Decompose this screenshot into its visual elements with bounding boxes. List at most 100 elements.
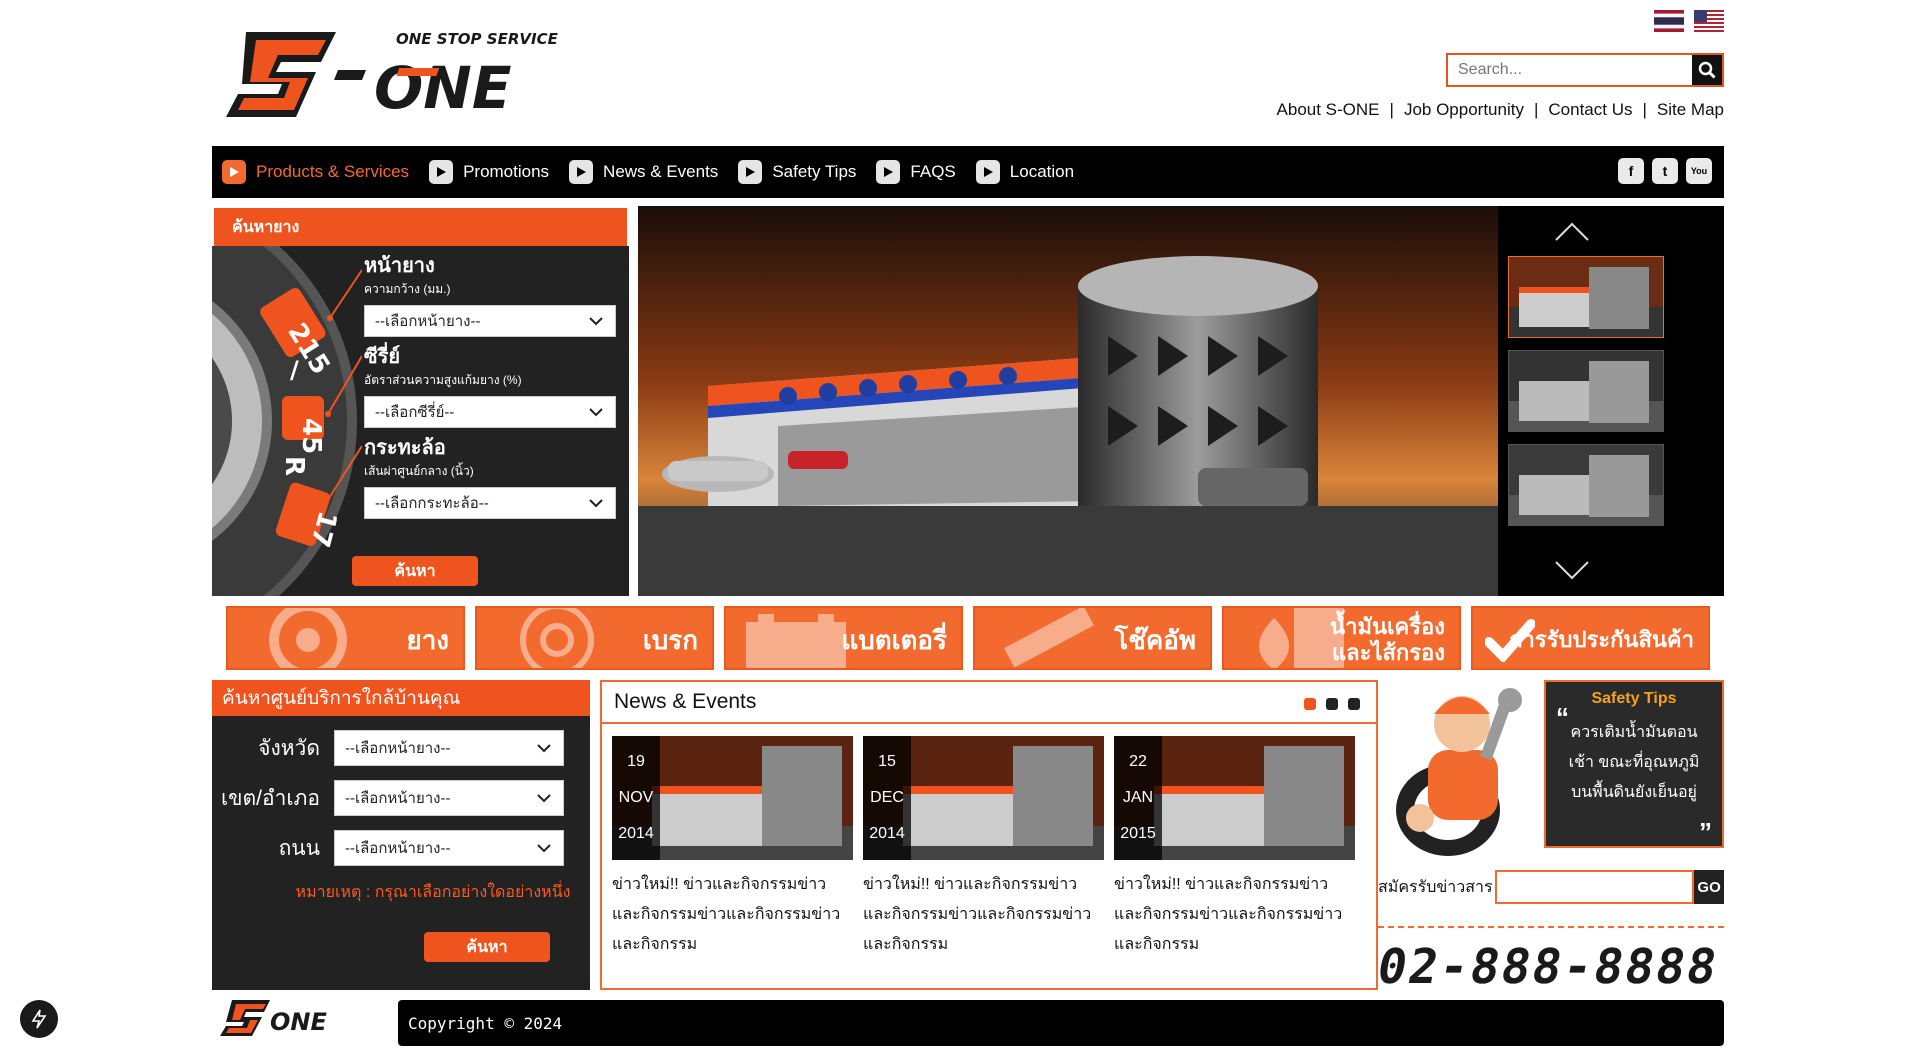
- news-cards: 19 NOV 2014 ข่าวใหม่!! ข่าวและกิจกรรมข่าว …: [612, 736, 1355, 960]
- tire-width-select[interactable]: --เลือกหน้ายาง--: [364, 305, 616, 337]
- service-search-title: ค้นหาศูนย์บริการใกล้บ้านคุณ: [212, 680, 590, 716]
- battery-icon: [746, 614, 846, 668]
- news-events-panel: News & Events 19 NOV 2014 ข่าวใหม่!! ข่าวแ…: [600, 680, 1378, 990]
- pager-dot[interactable]: [1304, 698, 1316, 710]
- facebook-icon[interactable]: f: [1618, 158, 1644, 184]
- hotline-number: 02-888-8888: [1373, 939, 1723, 995]
- tire-ratio-label: 45: [296, 418, 326, 454]
- search-input[interactable]: [1448, 55, 1692, 85]
- search-button[interactable]: [1692, 55, 1722, 85]
- category-shock-absorber[interactable]: โช๊คอัพ: [973, 606, 1212, 670]
- news-text: ข่าวใหม่!! ข่าวและกิจกรรมข่าว และกิจกรรม…: [612, 876, 841, 953]
- tire-search-title: ค้นหายาง: [212, 206, 629, 246]
- chevron-down-icon: [537, 793, 551, 802]
- s-one-logo[interactable]: ONE STOP SERVICE ONE: [226, 22, 586, 126]
- site-search: [1446, 53, 1724, 87]
- newsletter-subscribe: สมัครรับข่าวสาร GO: [1378, 870, 1724, 904]
- subscribe-go-button[interactable]: GO: [1694, 870, 1724, 904]
- tire-rim-select[interactable]: --เลือกกระทะล้อ--: [364, 487, 616, 519]
- news-date: 22 JAN 2015: [1114, 736, 1162, 860]
- main-nav: Products & Services Promotions News & Ev…: [212, 146, 1724, 198]
- service-search-note: หมายเหตุ : กรุณาเลือกอย่างใดอย่างหนึ่ง: [295, 884, 571, 901]
- dashed-divider: [1378, 926, 1724, 928]
- chevron-down-icon[interactable]: [1552, 558, 1592, 582]
- subscribe-email-input[interactable]: [1495, 870, 1695, 904]
- category-brake[interactable]: เบรก: [475, 606, 714, 670]
- hero-thumbnail[interactable]: [1508, 444, 1664, 526]
- hero-thumbnail[interactable]: [1508, 350, 1664, 432]
- tire-fields: หน้ายาง ความกว้าง (มม.) --เลือกหน้ายาง--…: [364, 254, 624, 527]
- language-switcher: [1654, 10, 1724, 32]
- news-card[interactable]: 22 JAN 2015 ข่าวใหม่!! ข่าวและกิจกรรมข่าว …: [1114, 736, 1355, 960]
- road-row: ถนน --เลือกหน้ายาง--: [212, 830, 590, 866]
- footer-logo[interactable]: ONE: [218, 996, 338, 1040]
- nav-item-products[interactable]: Products & Services: [222, 160, 409, 184]
- pager-dot[interactable]: [1348, 698, 1360, 710]
- search-icon: [1698, 61, 1716, 79]
- news-date: 19 NOV 2014: [612, 736, 660, 860]
- hero-thumbnail[interactable]: [1508, 256, 1664, 338]
- news-image: 15 DEC 2014: [863, 736, 1104, 860]
- tire-r-label: R: [279, 456, 309, 476]
- nav-item-promotions[interactable]: Promotions: [429, 160, 549, 184]
- play-icon: [975, 160, 1000, 184]
- site-wrapper: ONE STOP SERVICE ONE About S-ONE| Job Op…: [212, 0, 1724, 1048]
- tire-series-title: ซีรี่ย์: [364, 346, 401, 368]
- shock-absorber-icon: [1004, 608, 1094, 668]
- about-link[interactable]: About S-ONE: [1267, 100, 1390, 120]
- svg-text:/: /: [290, 356, 299, 384]
- tire-rim-title: กระทะล้อ: [364, 437, 446, 459]
- sitemap-link[interactable]: Site Map: [1647, 100, 1724, 120]
- mascot-mechanic-illustration: [1396, 688, 1522, 856]
- youtube-icon[interactable]: You: [1686, 158, 1712, 184]
- tire-icon: [269, 608, 347, 668]
- district-select[interactable]: --เลือกหน้ายาง--: [334, 780, 564, 816]
- tire-rim-sub: เส้นผ่าศูนย์กลาง (นิ้ว): [364, 464, 474, 478]
- service-center-search: ค้นหาศูนย์บริการใกล้บ้านคุณ จังหวัด --เล…: [212, 680, 590, 990]
- tire-series-select[interactable]: --เลือกซีรี่ย์--: [364, 396, 616, 428]
- lightning-icon[interactable]: [20, 1000, 58, 1038]
- category-tire[interactable]: ยาง: [226, 606, 465, 670]
- hero-thumbnails: [1508, 256, 1664, 526]
- category-oil-filter[interactable]: น้ำมันเครื่อง และไส้กรอง: [1222, 606, 1461, 670]
- road-select[interactable]: --เลือกหน้ายาง--: [334, 830, 564, 866]
- nav-item-location[interactable]: Location: [975, 160, 1074, 184]
- tire-search-panel: ค้นหายาง 215 / 45 R 17 หน้ายาง ความกว้าง…: [212, 206, 629, 596]
- pager-dot[interactable]: [1326, 698, 1338, 710]
- province-select[interactable]: --เลือกหน้ายาง--: [334, 730, 564, 766]
- job-opportunity-link[interactable]: Job Opportunity: [1394, 100, 1534, 120]
- news-card[interactable]: 15 DEC 2014 ข่าวใหม่!! ข่าวและกิจกรรมข่าว …: [863, 736, 1104, 960]
- us-flag-icon[interactable]: [1694, 10, 1724, 32]
- thai-flag-icon[interactable]: [1654, 10, 1684, 32]
- category-battery[interactable]: แบตเตอรี่: [724, 606, 963, 670]
- copyright-bar: Copyright © 2024: [398, 1000, 1724, 1046]
- chevron-down-icon: [537, 743, 551, 752]
- twitter-icon[interactable]: t: [1652, 158, 1678, 184]
- quote-open-icon: “: [1556, 702, 1569, 732]
- news-image: 19 NOV 2014: [612, 736, 853, 860]
- tire-search-button[interactable]: ค้นหา: [352, 556, 478, 586]
- category-warranty[interactable]: การรับประกันสินค้า: [1471, 606, 1710, 670]
- play-icon: [429, 160, 454, 184]
- news-text: ข่าวใหม่!! ข่าวและกิจกรรมข่าว และกิจกรรม…: [1114, 876, 1343, 953]
- news-pager: [1304, 698, 1360, 710]
- page: ONE STOP SERVICE ONE About S-ONE| Job Op…: [0, 0, 1920, 1048]
- safety-tips-text: ควรเติมน้ำมันตอนเช้า ขณะที่อุณหภูมิบนพื้…: [1568, 724, 1700, 801]
- news-date: 15 DEC 2014: [863, 736, 911, 860]
- news-title: News & Events: [602, 682, 1376, 724]
- news-card[interactable]: 19 NOV 2014 ข่าวใหม่!! ข่าวและกิจกรรมข่าว …: [612, 736, 853, 960]
- nav-item-faqs[interactable]: FAQS: [876, 160, 956, 184]
- social-links: f t You: [1618, 158, 1712, 184]
- nav-item-safety-tips[interactable]: Safety Tips: [738, 160, 856, 184]
- chevron-up-icon[interactable]: [1552, 220, 1592, 244]
- chevron-down-icon: [589, 316, 603, 325]
- hero-slider: [638, 206, 1724, 596]
- nav-item-news[interactable]: News & Events: [569, 160, 718, 184]
- play-icon: [222, 160, 246, 184]
- tire-series-sub: อัตราส่วนความสูงแก้มยาง (%): [364, 373, 522, 387]
- contact-link[interactable]: Contact Us: [1538, 100, 1642, 120]
- chevron-down-icon: [589, 407, 603, 416]
- service-search-button[interactable]: ค้นหา: [424, 932, 550, 962]
- province-row: จังหวัด --เลือกหน้ายาง--: [212, 730, 590, 766]
- news-text: ข่าวใหม่!! ข่าวและกิจกรรมข่าว และกิจกรรม…: [863, 876, 1092, 953]
